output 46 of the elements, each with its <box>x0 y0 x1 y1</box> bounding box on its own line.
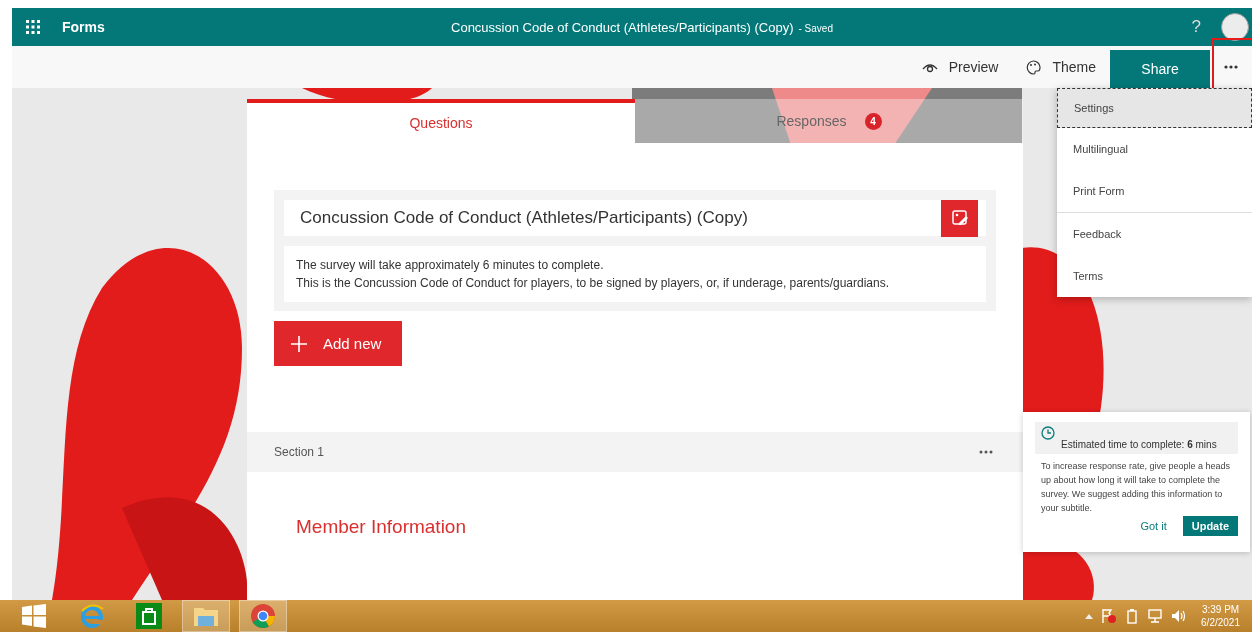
shopping-bag-icon <box>136 603 162 629</box>
palette-icon <box>1026 59 1042 75</box>
image-edit-button[interactable] <box>941 199 978 237</box>
more-icon[interactable] <box>979 450 993 454</box>
section-heading: Member Information <box>296 516 467 538</box>
form-title-field[interactable]: Concussion Code of Conduct (Athletes/Participants) (Copy) <box>284 200 986 236</box>
network-icon[interactable] <box>1147 608 1164 624</box>
caret-up-icon[interactable] <box>1085 613 1094 619</box>
preview-button[interactable]: Preview <box>907 46 1013 88</box>
menu-item[interactable]: Feedback <box>1057 213 1252 255</box>
speaker-icon[interactable] <box>1171 608 1188 624</box>
more-icon <box>1224 65 1238 69</box>
flag-error-icon[interactable] <box>1101 608 1118 624</box>
theme-button[interactable]: Theme <box>1012 46 1110 88</box>
menu-item[interactable]: Terms <box>1057 255 1252 297</box>
chrome-button[interactable] <box>239 600 287 632</box>
chrome-icon <box>250 603 276 629</box>
got-it-button[interactable]: Got it <box>1128 516 1179 536</box>
plus-icon <box>291 335 307 352</box>
menu-item[interactable]: Print Form <box>1057 170 1252 212</box>
battery-icon[interactable] <box>1125 608 1140 624</box>
app-name[interactable]: Forms <box>62 19 105 35</box>
section-label: Section 1 <box>274 445 325 459</box>
help-button[interactable]: ? <box>1191 17 1201 37</box>
tab[interactable]: Questions <box>247 99 635 143</box>
folder-button[interactable] <box>182 600 230 632</box>
eye-icon <box>921 61 938 73</box>
windows-logo-icon[interactable] <box>22 604 46 628</box>
share-button[interactable]: Share <box>1110 50 1210 88</box>
clock-icon <box>1041 426 1055 440</box>
avatar[interactable] <box>1221 13 1249 41</box>
image-edit-icon <box>950 209 969 227</box>
app-launcher-icon[interactable] <box>26 20 40 34</box>
clock-time[interactable]: 3:39 PM <box>1201 603 1240 616</box>
tip-text: To increase response rate, give people a heads up about how long it will take to complete the survey. We suggest adding this information to your subtitle. <box>1040 460 1232 515</box>
add-new-button[interactable]: Add new <box>274 321 402 366</box>
clock-date[interactable]: 6/2/2021 <box>1201 616 1240 629</box>
tab[interactable]: Responses 4 <box>635 99 1023 143</box>
letter-e-icon <box>79 603 105 629</box>
update-button[interactable]: Update <box>1182 516 1238 536</box>
tip-title: Estimated time to complete: 6 mins <box>1061 439 1217 450</box>
save-status: - Saved <box>798 22 833 34</box>
form-title: Concussion Code of Conduct (Athletes/Participants) (Copy) <box>451 19 794 35</box>
form-description-field[interactable]: The survey will take approximately 6 minutes to complete. This is the Concussion Code of Conduct for players, to be signed by players, or, if underage, parents/guardians. <box>284 246 986 302</box>
menu-item[interactable]: Multilingual <box>1057 128 1252 170</box>
menu-item[interactable]: Settings <box>1057 88 1252 128</box>
